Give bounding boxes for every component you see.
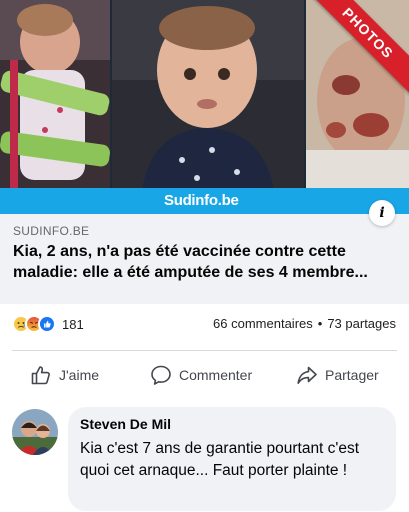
link-preview-image[interactable]: PHOTOS xyxy=(0,0,409,212)
comment-bubble-icon xyxy=(151,365,171,385)
divider xyxy=(12,350,397,351)
share-arrow-icon xyxy=(297,366,317,384)
comment-text: Kia c'est 7 ans de garantie pourtant c'e… xyxy=(80,440,360,479)
engagement-counts: 66 commentaires • 73 partages xyxy=(213,316,396,331)
link-source: SUDINFO.BE xyxy=(13,224,90,238)
comments-count[interactable]: 66 commentaires xyxy=(213,316,313,331)
comment-author[interactable]: Steven De Mil xyxy=(80,416,171,432)
thumbs-up-icon xyxy=(31,366,50,385)
sudinfo-logo: Sudinfo.be xyxy=(164,192,239,209)
shares-count[interactable]: 73 partages xyxy=(327,316,396,331)
avatar[interactable] xyxy=(12,409,58,455)
photo-child-portrait xyxy=(112,0,304,190)
link-headline[interactable]: Kia, 2 ans, n'a pas été vaccinée contre … xyxy=(13,241,397,283)
share-button[interactable]: Partager xyxy=(296,362,379,388)
photo-child-in-car-seat xyxy=(0,0,110,190)
reaction-count: 181 xyxy=(62,316,84,332)
share-label: Partager xyxy=(325,367,379,383)
like-label: J'aime xyxy=(59,367,100,383)
separator-dot: • xyxy=(317,316,323,331)
like-reaction-icon xyxy=(38,315,56,333)
reactions-summary[interactable]: 181 xyxy=(12,314,84,334)
info-icon[interactable]: i xyxy=(369,200,395,226)
like-button[interactable]: J'aime xyxy=(30,362,99,388)
comment-label: Commenter xyxy=(179,367,253,383)
comment-button[interactable]: Commenter xyxy=(150,362,252,388)
